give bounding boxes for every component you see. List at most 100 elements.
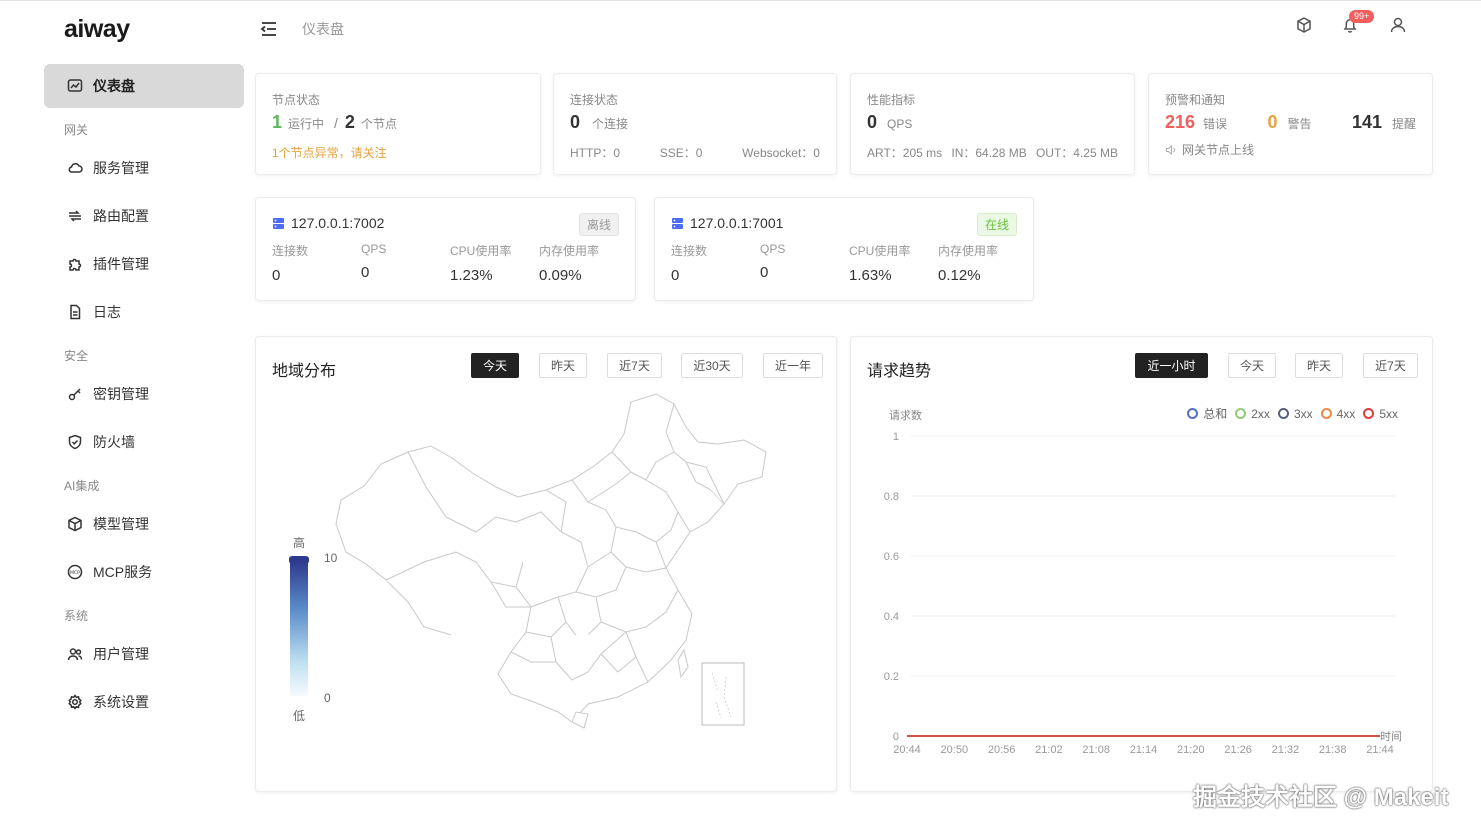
cube-icon[interactable] (1295, 16, 1313, 34)
notification-badge: 99+ (1349, 10, 1375, 23)
node-warning-text: 1个节点异常，请关注 (272, 146, 387, 160)
menu-toggle-icon[interactable] (259, 19, 279, 39)
metric-label: CPU使用率 (450, 244, 512, 258)
running-label: 运行中 (288, 117, 325, 131)
alerts-card: 预警和通知 216 错误 0 警告 141 提醒 网关节点上线 (1148, 73, 1433, 175)
status-badge: 在线 (976, 213, 1017, 236)
sidebar-item-firewall[interactable]: 防火墙 (44, 420, 244, 464)
node-card[interactable]: 127.0.0.1:7001 在线 连接数 0 QPS 0 CPU使用率 1.63% … (654, 197, 1034, 301)
separator: / (334, 115, 338, 131)
alert-message[interactable]: 网关节点上线 (1165, 141, 1254, 158)
sidebar-item-keys[interactable]: 密钥管理 (44, 372, 244, 416)
y-tick-label: 0.4 (884, 611, 899, 623)
panel-title: 地域分布 (272, 363, 337, 380)
sidebar-item-label: 日志 (93, 304, 121, 320)
user-icon[interactable] (1389, 16, 1407, 34)
qps-row: 0 QPS (867, 112, 912, 133)
scale-gradient-bar[interactable] (290, 561, 308, 696)
x-tick-label: 20:50 (941, 744, 969, 756)
sidebar-item-plugin[interactable]: 插件管理 (44, 242, 244, 286)
sidebar-item-label: 路由配置 (93, 208, 149, 224)
tab-today[interactable]: 今天 (1228, 353, 1276, 378)
cloud-icon (66, 159, 84, 177)
metric-label: 连接数 (671, 244, 708, 258)
metric-value: 1.23% (450, 267, 493, 284)
metric-value: 0 (671, 267, 680, 284)
watermark-text: 掘金技术社区 @ Makeit (1193, 784, 1449, 811)
sidebar: aiway 仪表盘 网关 服务管理 路由配置 插件管理 日志 安全 密钥管理 防… (0, 1, 250, 828)
metric-qps: QPS 0 (760, 242, 785, 281)
y-tick-label: 0.2 (884, 671, 899, 683)
sse-count: SSE：0 (659, 146, 703, 160)
x-tick-label: 20:56 (988, 744, 1016, 756)
node-count-row: 1 运行中 / 2 个节点 (272, 112, 397, 133)
y-tick-label: 0.6 (884, 551, 899, 563)
tab-7days[interactable]: 近7天 (607, 353, 662, 378)
sidebar-item-label: 防火墙 (93, 434, 135, 450)
nav-group-security: 安全 (64, 349, 89, 363)
speaker-icon (1166, 144, 1175, 155)
route-icon (66, 207, 84, 225)
puzzle-icon (66, 255, 84, 273)
y-axis-label: 请求数 (889, 409, 922, 422)
cube-icon (66, 515, 84, 533)
tab-today[interactable]: 今天 (471, 353, 519, 378)
nav-group-gateway: 网关 (64, 123, 89, 137)
metric-connections: 连接数 0 (671, 242, 707, 284)
sidebar-item-label: 插件管理 (93, 256, 149, 272)
sidebar-item-models[interactable]: 模型管理 (44, 502, 244, 546)
sidebar-item-label: 系统设置 (93, 694, 149, 710)
svg-text:MCP: MCP (70, 570, 80, 576)
breadcrumb[interactable]: 仪表盘 (302, 19, 344, 39)
sidebar-item-route[interactable]: 路由配置 (44, 194, 244, 238)
app-logo[interactable]: aiway (64, 15, 130, 44)
geo-distribution-panel: 地域分布 今天 昨天 近7天 近30天 近一年 高 10 0 低 (255, 336, 837, 792)
sidebar-item-service[interactable]: 服务管理 (44, 146, 244, 190)
sidebar-item-label: 模型管理 (93, 516, 149, 532)
tab-year[interactable]: 近一年 (763, 353, 823, 378)
reminder-label: 提醒 (1391, 117, 1416, 131)
node-header: 127.0.0.1:7001 (671, 215, 783, 231)
warning-count: 0 (1267, 112, 1278, 132)
art-value: ART：205 ms (867, 146, 943, 160)
total-count: 2 (344, 112, 355, 132)
running-count: 1 (272, 112, 283, 132)
sidebar-item-dashboard[interactable]: 仪表盘 (44, 64, 244, 108)
reminder-count: 141 (1351, 112, 1382, 132)
metric-label: CPU使用率 (849, 244, 911, 258)
y-tick-label: 0.8 (884, 491, 899, 503)
card-title: 性能指标 (867, 93, 916, 107)
key-icon (66, 385, 84, 403)
x-tick-label: 21:44 (1366, 744, 1394, 756)
tab-last-hour[interactable]: 近一小时 (1135, 353, 1208, 378)
alert-message-text: 网关节点上线 (1182, 143, 1255, 157)
connection-count-row: 0 个连接 (570, 112, 628, 133)
in-value: IN：64.28 MB (951, 146, 1027, 160)
tab-yesterday[interactable]: 昨天 (539, 353, 587, 378)
sidebar-item-settings[interactable]: 系统设置 (44, 680, 244, 724)
request-trend-chart[interactable]: 请求数 1 0.8 0.6 0.4 0.2 020:44 20:50 20:56 21:02 21:… (851, 397, 1434, 787)
node-card[interactable]: 127.0.0.1:7002 离线 连接数 0 QPS 0 CPU使用率 1.23% … (255, 197, 636, 301)
metric-cpu: CPU使用率 1.63% (849, 242, 910, 284)
card-title: 连接状态 (570, 93, 619, 107)
metric-value: 0 (361, 264, 370, 281)
metric-label: QPS (760, 242, 786, 256)
china-map[interactable] (326, 392, 776, 737)
tab-yesterday[interactable]: 昨天 (1295, 353, 1343, 378)
server-icon (273, 217, 284, 229)
sidebar-item-mcp[interactable]: MCP MCP服务 (44, 550, 244, 594)
sidebar-item-label: 仪表盘 (93, 78, 135, 94)
tab-30days[interactable]: 近30天 (681, 353, 743, 378)
http-count: HTTP：0 (570, 146, 621, 160)
metric-memory: 内存使用率 0.12% (938, 242, 998, 284)
sidebar-item-log[interactable]: 日志 (44, 290, 244, 334)
tab-7days[interactable]: 近7天 (1363, 353, 1418, 378)
gear-icon (66, 693, 84, 711)
connection-status-card: 连接状态 0 个连接 HTTP：0 SSE：0 Websocket：0 (553, 73, 837, 175)
connection-breakdown: HTTP：0 SSE：0 Websocket：0 (570, 144, 820, 161)
sidebar-item-users[interactable]: 用户管理 (44, 632, 244, 676)
connection-label: 个连接 (592, 117, 629, 131)
x-tick-label: 20:44 (893, 744, 921, 756)
card-title: 节点状态 (272, 93, 321, 107)
total-label: 个节点 (360, 117, 397, 131)
